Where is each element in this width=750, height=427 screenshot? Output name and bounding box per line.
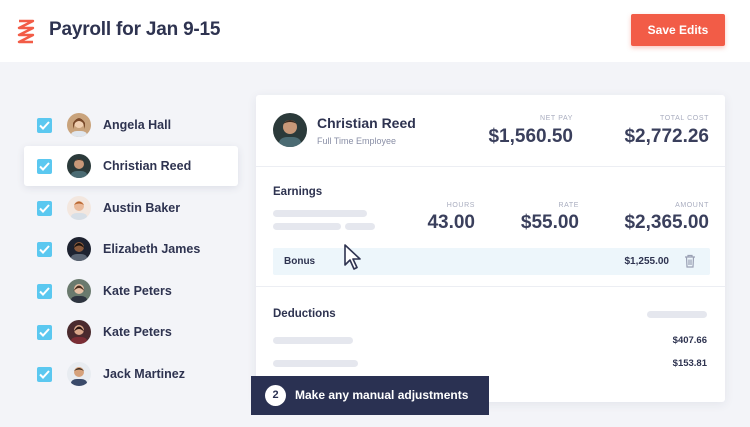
employment-type: Full Time Employee xyxy=(317,136,397,146)
skeleton-line xyxy=(273,337,353,344)
employee-item-kate-peters[interactable]: Kate Peters xyxy=(24,312,238,352)
employee-checkbox[interactable] xyxy=(37,201,52,216)
net-pay-value: $1,560.50 xyxy=(488,126,573,147)
hours-label: HOURS xyxy=(446,202,475,209)
employee-checkbox[interactable] xyxy=(37,118,52,133)
amount-value: $2,365.00 xyxy=(624,212,709,233)
avatar xyxy=(67,279,91,303)
employee-item-elizabeth-james[interactable]: Elizabeth James xyxy=(24,229,238,269)
employee-item-christian-reed[interactable]: Christian Reed xyxy=(24,146,238,186)
employee-checkbox[interactable] xyxy=(37,242,52,257)
employee-name: Angela Hall xyxy=(103,118,172,132)
avatar xyxy=(67,196,91,220)
checkmark-icon xyxy=(39,162,50,171)
employee-name: Kate Peters xyxy=(103,325,172,339)
employee-checkbox[interactable] xyxy=(37,367,52,382)
employee-detail-name: Christian Reed xyxy=(317,115,416,131)
avatar xyxy=(67,320,91,344)
save-edits-button[interactable]: Save Edits xyxy=(631,14,725,46)
total-cost-value: $2,772.26 xyxy=(624,126,709,147)
earnings-title: Earnings xyxy=(273,186,323,198)
checkmark-icon xyxy=(39,121,50,130)
bonus-amount[interactable]: $1,255.00 xyxy=(625,256,670,267)
total-cost-label: TOTAL COST xyxy=(659,115,709,122)
skeleton-line xyxy=(273,210,367,217)
net-pay-label: NET PAY xyxy=(540,115,573,122)
amount-label: AMOUNT xyxy=(675,202,709,209)
checkmark-icon xyxy=(39,287,50,296)
employee-name: Jack Martinez xyxy=(103,367,185,381)
employee-detail-card: Christian Reed Full Time Employee NET PA… xyxy=(256,95,725,402)
employee-checkbox[interactable] xyxy=(37,159,52,174)
skeleton-line xyxy=(273,360,358,367)
checkmark-icon xyxy=(39,370,50,379)
employee-name: Elizabeth James xyxy=(103,242,201,256)
deduction-amount: $153.81 xyxy=(672,358,707,369)
step-text: Make any manual adjustments xyxy=(295,388,469,402)
step-number-badge: 2 xyxy=(265,385,286,406)
rate-label: RATE xyxy=(558,202,579,209)
avatar xyxy=(273,113,307,147)
employee-item-austin-baker[interactable]: Austin Baker xyxy=(24,188,238,228)
employee-item-angela-hall[interactable]: Angela Hall xyxy=(24,105,238,145)
rate-value[interactable]: $55.00 xyxy=(521,212,579,234)
avatar xyxy=(67,113,91,137)
bonus-label: Bonus xyxy=(284,256,316,267)
step-banner: 2 Make any manual adjustments xyxy=(251,376,489,415)
employee-item-kate-peters[interactable]: Kate Peters xyxy=(24,271,238,311)
checkmark-icon xyxy=(39,328,50,337)
top-header: Payroll for Jan 9-15 Save Edits xyxy=(0,0,750,62)
employee-checkbox[interactable] xyxy=(37,284,52,299)
divider xyxy=(256,166,725,167)
skeleton-line xyxy=(273,223,341,230)
skeleton-line xyxy=(647,311,707,318)
employee-name: Austin Baker xyxy=(103,201,181,215)
skeleton-line xyxy=(345,223,375,230)
zigzag-logo-icon xyxy=(17,19,35,44)
employee-checkbox[interactable] xyxy=(37,325,52,340)
checkmark-icon xyxy=(39,204,50,213)
avatar xyxy=(67,362,91,386)
employee-item-jack-martinez[interactable]: Jack Martinez xyxy=(24,354,238,394)
divider xyxy=(256,286,725,287)
avatar xyxy=(67,154,91,178)
employee-name: Kate Peters xyxy=(103,284,172,298)
checkmark-icon xyxy=(39,245,50,254)
mouse-pointer-icon xyxy=(344,244,361,270)
page-title: Payroll for Jan 9-15 xyxy=(49,19,221,40)
trash-icon[interactable] xyxy=(684,254,696,268)
deduction-amount: $407.66 xyxy=(672,335,707,346)
avatar xyxy=(67,237,91,261)
deductions-title: Deductions xyxy=(273,308,336,320)
bonus-row[interactable]: Bonus $1,255.00 xyxy=(273,248,710,275)
hours-value[interactable]: 43.00 xyxy=(427,212,475,234)
employee-name: Christian Reed xyxy=(103,159,192,173)
